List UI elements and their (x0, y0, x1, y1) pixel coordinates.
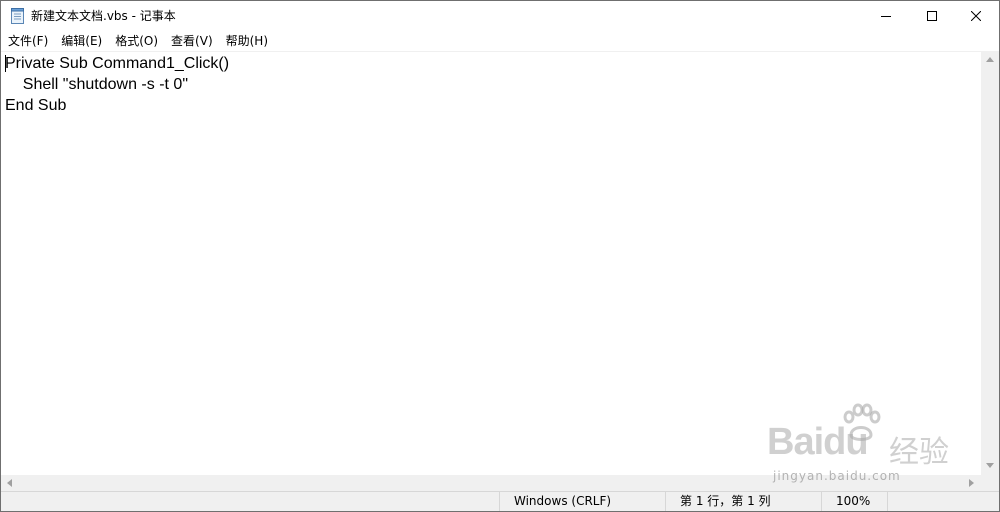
notepad-window: 新建文本文档.vbs - 记事本 文件(F) 编辑(E) 格式(O) 查看(V)… (0, 0, 1000, 512)
close-button[interactable] (953, 1, 999, 31)
maximize-button[interactable] (909, 1, 955, 31)
menu-format[interactable]: 格式(O) (108, 31, 164, 51)
menu-view[interactable]: 查看(V) (164, 31, 219, 51)
scroll-left-icon[interactable] (7, 479, 12, 487)
status-cursor-position: 第 1 行，第 1 列 (665, 492, 821, 511)
menu-help[interactable]: 帮助(H) (219, 31, 274, 51)
notepad-icon[interactable] (11, 8, 24, 24)
scroll-up-icon[interactable] (986, 57, 994, 62)
menu-bar: 文件(F) 编辑(E) 格式(O) 查看(V) 帮助(H) (1, 31, 999, 51)
status-empty (887, 492, 999, 511)
scroll-down-icon[interactable] (986, 463, 994, 468)
menu-edit[interactable]: 编辑(E) (54, 31, 108, 51)
text-editor[interactable]: Private Sub Command1_Click() Shell "shut… (1, 51, 981, 476)
text-caret (5, 55, 6, 72)
scroll-corner (981, 475, 999, 491)
status-bar: Windows (CRLF) 第 1 行，第 1 列 100% (1, 491, 999, 511)
window-title: 新建文本文档.vbs - 记事本 (31, 9, 176, 23)
status-line-ending: Windows (CRLF) (499, 492, 665, 511)
scroll-right-icon[interactable] (969, 479, 974, 487)
minimize-icon (881, 11, 891, 21)
minimize-button[interactable] (863, 1, 909, 31)
status-zoom: 100% (821, 492, 887, 511)
menu-file[interactable]: 文件(F) (1, 31, 54, 51)
horizontal-scrollbar[interactable] (1, 475, 981, 491)
editor-content[interactable]: Private Sub Command1_Click() Shell "shut… (5, 53, 229, 116)
title-bar[interactable]: 新建文本文档.vbs - 记事本 (1, 1, 999, 31)
close-icon (971, 11, 981, 21)
vertical-scrollbar[interactable] (981, 51, 999, 475)
maximize-icon (927, 11, 937, 21)
